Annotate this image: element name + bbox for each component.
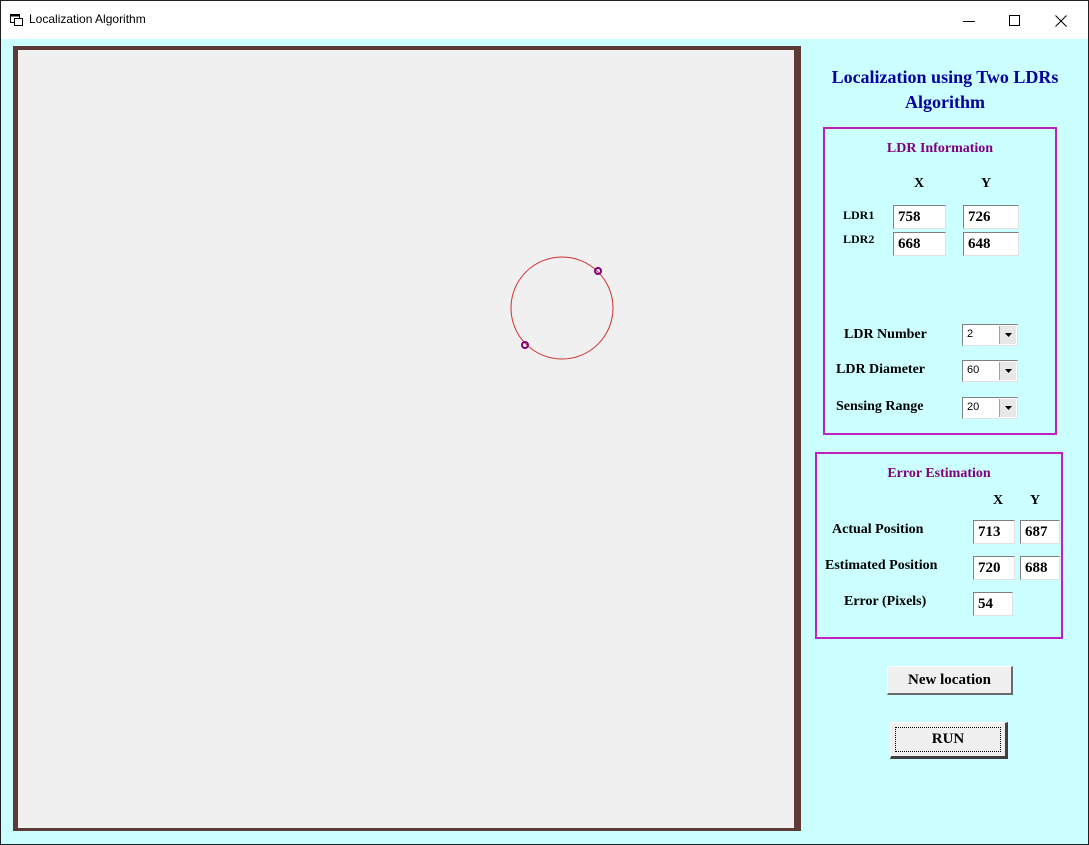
panel-subtitle: Algorithm [905, 92, 985, 112]
close-icon [1055, 15, 1067, 27]
ldr-information-group: LDR Information X Y LDR1 758 726 LDR2 66… [823, 127, 1057, 435]
drawing-canvas[interactable] [13, 46, 801, 831]
ldr-number-value: 2 [967, 328, 974, 340]
ldr-col-x-header: X [914, 176, 925, 191]
minimize-icon [963, 21, 975, 22]
sensing-range-label: Sensing Range [836, 399, 924, 414]
ldr-diameter-select[interactable]: 60 [962, 360, 1018, 382]
localization-plot [510, 256, 614, 360]
chevron-down-icon [1005, 406, 1012, 410]
sensing-range-value: 20 [967, 401, 980, 413]
ldr-diameter-value: 60 [967, 364, 980, 376]
ldr-number-select[interactable]: 2 [962, 324, 1018, 346]
ldr-information-title: LDR Information [886, 141, 994, 156]
estimated-x-field[interactable]: 720 [973, 556, 1015, 580]
ldr2-marker [521, 341, 529, 349]
window-title: Localization Algorithm [29, 12, 146, 26]
error-estimation-title: Error Estimation [887, 466, 991, 481]
error-estimation-group: Error Estimation X Y Actual Position 713… [815, 452, 1063, 639]
maximize-icon [1009, 15, 1020, 26]
ldr1-label: LDR1 [843, 208, 875, 222]
estimated-y-field[interactable]: 688 [1020, 556, 1060, 580]
ldr1-marker [594, 267, 602, 275]
ldr2-x-field[interactable]: 668 [893, 232, 946, 256]
error-pixels-label: Error (Pixels) [844, 594, 927, 609]
close-button[interactable] [1038, 1, 1084, 39]
ldr-diameter-label: LDR Diameter [836, 362, 926, 377]
ldr-diameter-dropdown-button[interactable] [999, 362, 1016, 380]
error-pixels-field[interactable]: 54 [973, 592, 1013, 616]
panel-title: Localization using Two LDRs [831, 67, 1059, 87]
actual-position-label: Actual Position [832, 522, 924, 537]
new-location-button[interactable]: New location [887, 666, 1013, 695]
minimize-button[interactable] [946, 1, 992, 39]
ldr-number-label: LDR Number [844, 327, 927, 342]
chevron-down-icon [1005, 333, 1012, 337]
sensing-circle [510, 256, 614, 360]
error-col-y-header: Y [1030, 493, 1041, 508]
actual-y-field[interactable]: 687 [1020, 520, 1060, 544]
sensing-range-select[interactable]: 20 [962, 397, 1018, 419]
chevron-down-icon [1005, 369, 1012, 373]
ldr1-y-field[interactable]: 726 [963, 205, 1019, 229]
app-window: Localization Algorithm Localization usin… [0, 0, 1089, 845]
ldr-number-dropdown-button[interactable] [999, 326, 1016, 344]
title-bar[interactable]: Localization Algorithm [1, 1, 1088, 39]
ldr2-label: LDR2 [843, 232, 875, 246]
actual-x-field[interactable]: 713 [973, 520, 1015, 544]
error-col-x-header: X [993, 493, 1004, 508]
ldr1-x-field[interactable]: 758 [893, 205, 946, 229]
estimated-position-label: Estimated Position [825, 558, 938, 573]
ldr-col-y-header: Y [981, 176, 992, 191]
sensing-range-dropdown-button[interactable] [999, 399, 1016, 417]
focus-rectangle [895, 727, 1001, 752]
ldr2-y-field[interactable]: 648 [963, 232, 1019, 256]
run-button[interactable]: RUN [890, 722, 1008, 759]
app-icon [10, 14, 23, 26]
maximize-button[interactable] [992, 1, 1038, 39]
